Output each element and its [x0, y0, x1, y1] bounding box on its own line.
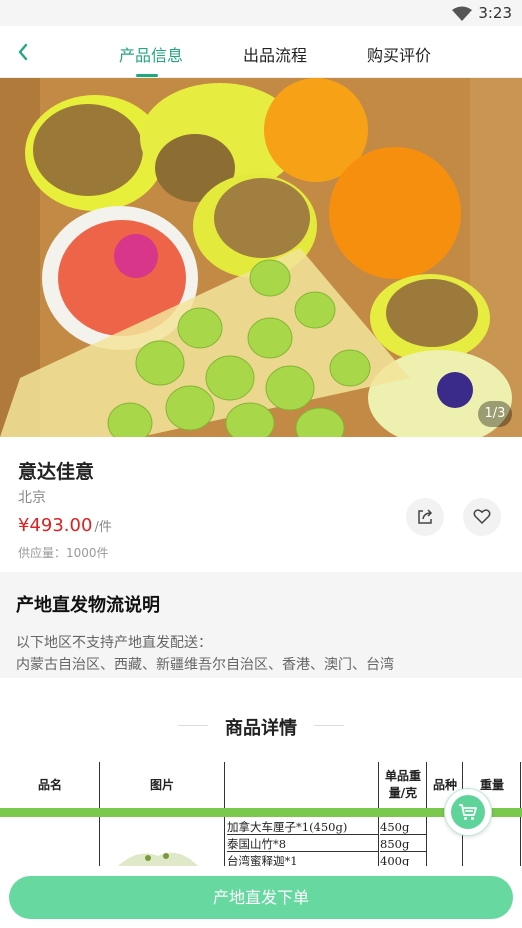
cart-button-inner: [451, 795, 485, 829]
heart-icon: [473, 509, 491, 525]
divider-right: [314, 725, 344, 726]
bottom-action-bar: 产地直发下单: [0, 866, 522, 928]
supply-quantity: 供应量：1000件: [18, 546, 109, 560]
details-title: 商品详情: [225, 718, 297, 739]
status-time: 3:23: [478, 4, 512, 22]
table-row-weight: 850g: [380, 836, 427, 852]
active-tab-indicator: [136, 74, 158, 77]
logistics-line-1: 以下地区不支持产地直发配送：: [16, 635, 212, 651]
favorite-button[interactable]: [463, 498, 501, 536]
fruit-thumbnail: [118, 852, 198, 866]
logistics-line-2: 内蒙古自治区、西藏、新疆维吾尔自治区、香港、澳门、台湾: [16, 657, 394, 673]
table-header-image: 图片: [149, 778, 174, 792]
table-row-weight: 400g: [380, 853, 427, 866]
logistics-notice: 产地直发物流说明 以下地区不支持产地直发配送： 内蒙古自治区、西藏、新疆维吾尔自…: [0, 572, 522, 678]
cart-button[interactable]: [444, 788, 492, 836]
product-name: 意达佳意: [18, 461, 95, 483]
price-value: ¥493.00: [18, 515, 93, 536]
table-row-item: 泰国山竹*8: [227, 836, 379, 852]
tab-production-process[interactable]: 出品流程: [243, 42, 307, 66]
tab-product-info[interactable]: 产品信息: [119, 42, 183, 66]
tab-reviews[interactable]: 购买评价: [367, 42, 431, 66]
status-bar: 3:23: [0, 0, 522, 26]
product-info-section: 意达佳意 北京 ¥493.00/件 供应量：1000件: [0, 437, 522, 572]
wifi-icon: [452, 6, 472, 21]
price-unit: /件: [94, 520, 112, 535]
table-header-name: 品名: [37, 778, 62, 792]
table-header-unit-weight: 单品重量/克: [384, 769, 421, 800]
product-details-header: 商品详情: [0, 678, 522, 762]
share-button[interactable]: [406, 498, 444, 536]
product-origin: 北京: [18, 490, 46, 506]
table-row-weight: 450g: [380, 819, 427, 835]
table-row-item: 加拿大车厘子*1(450g): [227, 819, 379, 835]
back-arrow-icon[interactable]: [12, 40, 36, 64]
direct-order-button[interactable]: 产地直发下单: [9, 876, 513, 919]
logistics-title: 产地直发物流说明: [16, 595, 160, 616]
cart-icon: [459, 804, 477, 820]
gallery-page-counter: 1/3: [478, 401, 512, 427]
table-row-item: 台湾蜜释迦*1: [227, 853, 379, 866]
share-icon: [418, 509, 433, 524]
top-navigation: 产品信息 出品流程 购买评价: [0, 26, 522, 78]
product-price: ¥493.00/件: [18, 515, 112, 536]
product-image-gallery[interactable]: 1/3: [0, 78, 522, 437]
fruit-box-image: [0, 78, 522, 437]
